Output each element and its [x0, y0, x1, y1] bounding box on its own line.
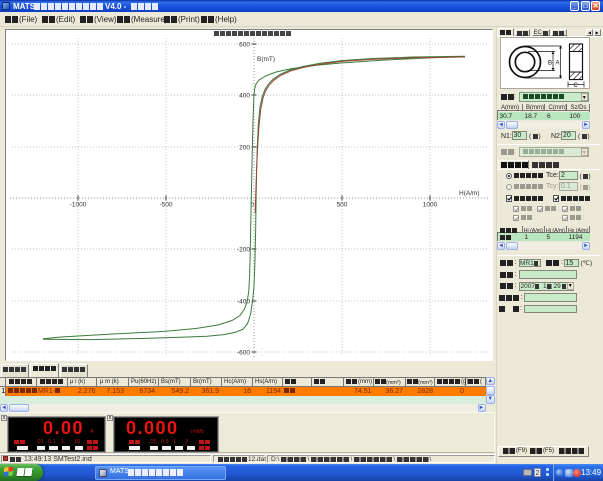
svg-text:400: 400 [239, 93, 250, 100]
svg-text:-600: -600 [237, 350, 250, 357]
svg-text:B(mT): B(mT) [257, 56, 275, 63]
svg-text:H(A/m): H(A/m) [459, 190, 480, 197]
svg-text:500: 500 [337, 202, 348, 209]
svg-text:1000: 1000 [423, 202, 438, 209]
svg-text:-400: -400 [237, 299, 250, 306]
svg-text:600: 600 [239, 42, 250, 49]
svg-text:-500: -500 [159, 202, 172, 209]
svg-text:B: B [548, 60, 552, 66]
svg-text:-200: -200 [237, 247, 250, 254]
svg-text:200: 200 [239, 145, 250, 152]
svg-text:A: A [555, 60, 559, 66]
svg-text:C: C [573, 83, 578, 89]
svg-text:-1000: -1000 [70, 202, 87, 209]
